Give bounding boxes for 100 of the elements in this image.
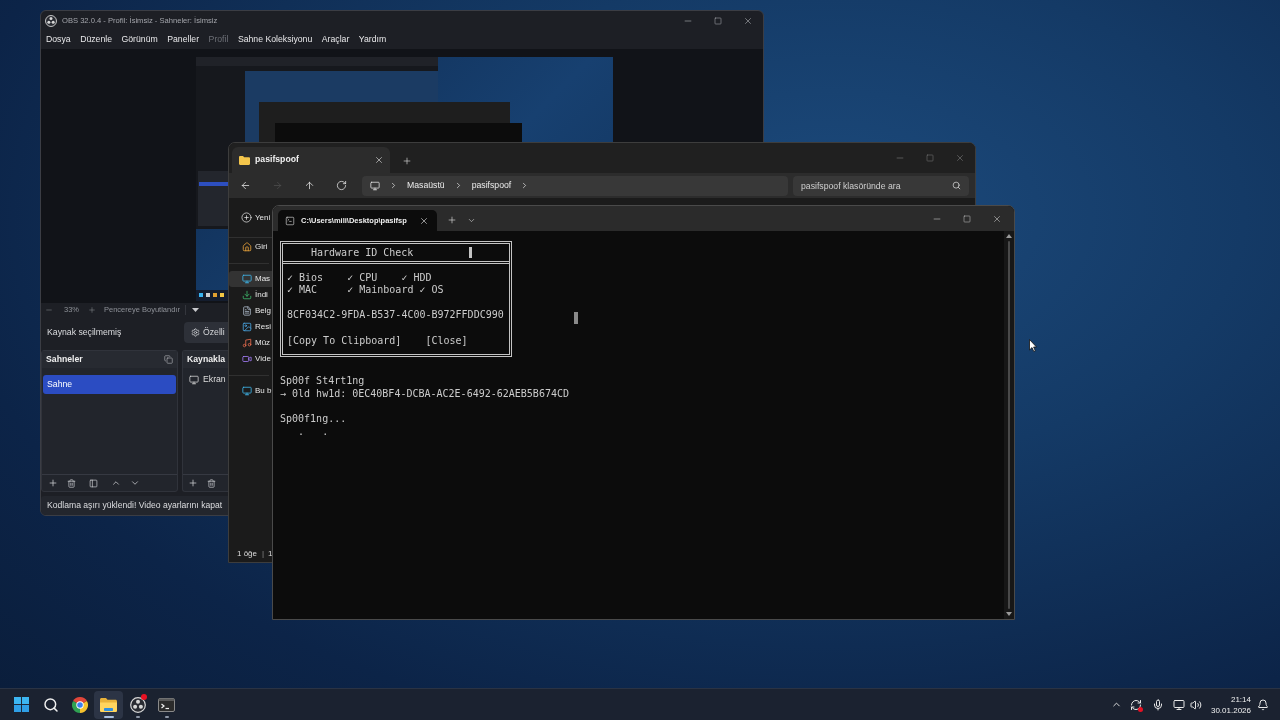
check-row: ✓ Bios ✓ CPU ✓ HDD (287, 272, 432, 284)
terminal-icon (285, 215, 295, 226)
menu-item[interactable]: Sahne Koleksiyonu (237, 33, 313, 47)
add-button[interactable] (187, 477, 199, 489)
delete-button[interactable] (65, 477, 77, 489)
dialog-title: Hardware ID Check (311, 246, 414, 260)
monitor-icon (370, 180, 380, 191)
clock-button[interactable]: 21:14 30.01.2026 (1210, 693, 1251, 716)
download-icon (242, 290, 252, 300)
dock-icon[interactable] (164, 355, 173, 364)
house-icon (242, 242, 252, 252)
cursor-block-icon (469, 247, 473, 258)
folder-icon (239, 155, 250, 165)
dialog-button[interactable]: [Close] (425, 335, 468, 347)
new-tab-button[interactable] (446, 214, 458, 226)
plus-icon (402, 156, 412, 166)
close-icon (992, 213, 1002, 224)
document-icon (242, 306, 252, 316)
maximize-icon (963, 214, 971, 223)
sidebar-item[interactable]: Resi (229, 319, 272, 335)
selection-count: 1 (268, 547, 273, 560)
terminal-line: → 0ld hw1d: 0EC40BF4-DCBA-AC2E-6492-62AEB5B674CD (280, 387, 569, 400)
monitor-icon (189, 374, 199, 385)
microphone-icon[interactable] (1151, 698, 1164, 711)
menu-item[interactable]: Düzenle (80, 33, 112, 47)
close-icon[interactable] (374, 155, 384, 165)
panel-title: Kaynakla (187, 352, 226, 366)
terminal-line: . . (297, 425, 329, 438)
close-icon[interactable] (419, 215, 429, 226)
scrollbar-thumb[interactable] (1008, 241, 1010, 609)
address-bar[interactable]: Masaüstü pasifspoof (362, 175, 788, 196)
folder-tab[interactable]: pasifspoof (232, 147, 390, 173)
new-tab-button[interactable] (401, 155, 413, 167)
dialog-button[interactable]: [Copy To Clipboard] (287, 335, 402, 347)
windows-logo-icon (14, 697, 29, 712)
dropdown-caret-icon[interactable] (191, 308, 199, 312)
mouse-pointer-icon (1029, 339, 1037, 352)
panel-icon (88, 478, 98, 488)
sidebar-item[interactable]: Vide (229, 351, 272, 367)
source-item[interactable]: Ekran (183, 370, 226, 389)
delete-button[interactable] (205, 477, 217, 489)
panel-title: Sahneler (46, 352, 83, 366)
sidebar-item[interactable]: Bu b (229, 383, 272, 399)
search-icon (42, 696, 59, 713)
monitor-icon (242, 386, 252, 396)
browser-icon (71, 696, 88, 713)
chevron-right-icon (389, 181, 398, 190)
check-row: ✓ MAC ✓ Mainboard ✓ OS (287, 284, 444, 296)
filter-button[interactable] (87, 477, 99, 489)
terminal-line: Sp00f1ng... (280, 412, 347, 425)
chevron-up-icon (111, 478, 121, 488)
item-count: 1 öğe (237, 547, 258, 560)
terminal-line: Sp00f St4rt1ng (280, 374, 365, 387)
menu-item[interactable]: Dosya (46, 33, 71, 47)
notifications-icon[interactable] (1257, 698, 1269, 711)
sidebar-item[interactable]: Belg (229, 303, 272, 319)
hardware-id: 8CF034C2-9FDA-B537-4C00-B972FFDDC990 (287, 309, 504, 321)
app-logo-icon (129, 696, 146, 713)
image-icon (242, 322, 252, 332)
maximize-icon (714, 17, 722, 25)
close-icon (743, 16, 753, 26)
app-logo-icon (45, 15, 57, 27)
monitor-icon[interactable] (1172, 698, 1185, 711)
breadcrumb-item[interactable]: Masaüstü (407, 178, 445, 192)
new-button[interactable]: Yeni (241, 211, 271, 224)
menu-item[interactable]: Paneller (167, 33, 200, 47)
menu-item[interactable]: Yardım (358, 33, 387, 47)
file-explorer-button[interactable] (94, 690, 123, 719)
folder-icon (100, 697, 117, 712)
music-note-icon (242, 338, 252, 348)
menu-item[interactable]: Araçlar (321, 33, 350, 47)
breadcrumb-item[interactable]: pasifspoof (471, 178, 512, 192)
sidebar-item[interactable]: Giri (229, 239, 272, 255)
sidebar-item[interactable]: Mas (229, 271, 272, 287)
menu-item[interactable]: Görünüm (121, 33, 158, 47)
scroll-down-arrow-icon[interactable] (1006, 612, 1012, 616)
search-field[interactable]: pasifspoof klasöründe ara (793, 175, 969, 196)
scene-item[interactable]: Sahne (43, 375, 176, 395)
properties-button[interactable]: Özelli (184, 322, 228, 343)
cursor-block-icon (574, 312, 578, 324)
sync-icon[interactable] (1128, 697, 1143, 712)
plus-icon (48, 478, 58, 488)
sidebar-item[interactable]: Müz (229, 335, 272, 351)
sidebar-item[interactable]: İndi (229, 287, 272, 303)
chevron-down-icon (130, 478, 140, 488)
terminal-icon (158, 697, 175, 712)
search-icon (952, 181, 961, 190)
gear-icon (191, 328, 200, 337)
source-status-label: Kaynak seçilmemiş (47, 325, 122, 339)
scroll-up-arrow-icon[interactable] (1006, 234, 1012, 238)
add-button[interactable] (47, 477, 59, 489)
plus-icon (447, 215, 457, 225)
close-icon (955, 153, 965, 163)
plus-icon (88, 306, 96, 314)
volume-icon[interactable] (1189, 698, 1202, 711)
trash-icon (66, 478, 76, 488)
minus-icon (45, 306, 53, 314)
trash-icon (206, 478, 216, 488)
status-separator: | (262, 547, 265, 560)
status-message: Kodlama aşırı yüklendi! Video ayarlarını kapat (47, 499, 223, 512)
